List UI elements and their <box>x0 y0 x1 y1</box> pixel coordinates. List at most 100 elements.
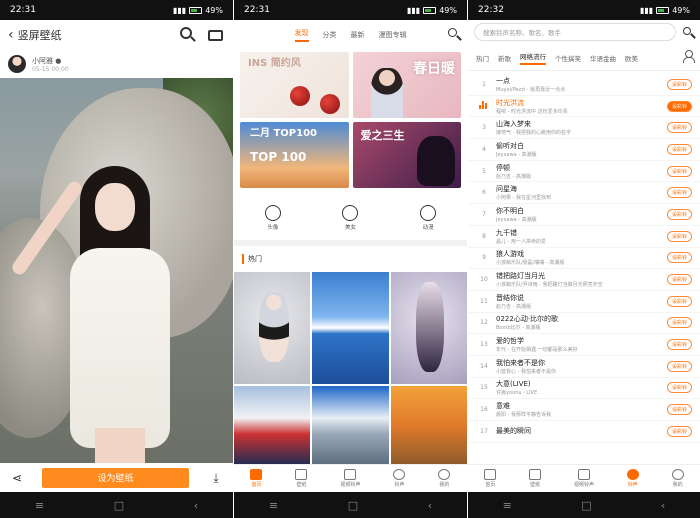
set-ringback-button[interactable]: 设彩铃 <box>666 78 692 90</box>
set-ringback-button[interactable]: 设彩铃 <box>666 382 692 394</box>
set-ringback-button[interactable]: 设彩铃 <box>666 230 692 242</box>
menu-icon[interactable]: ≡ <box>35 499 44 512</box>
set-ringback-button[interactable]: 设彩铃 <box>666 360 692 372</box>
banner-top100[interactable]: 二月 TOP100 TOP 100 <box>240 122 349 188</box>
set-ringback-button[interactable]: 设彩铃 <box>666 252 692 264</box>
song-row[interactable]: 6 问星海 小阿果 - 我在星河里找到 设彩铃 <box>468 182 700 205</box>
back-nav-icon[interactable]: ‹ <box>194 499 198 512</box>
set-ringback-button[interactable]: 设彩铃 <box>666 122 692 134</box>
set-ringback-button[interactable]: 设彩铃 <box>666 317 692 329</box>
back-nav-icon[interactable]: ‹ <box>661 499 665 512</box>
search-button[interactable] <box>447 27 461 41</box>
tab-funny[interactable]: 个性搞笑 <box>555 53 581 63</box>
song-row[interactable]: 13 爱的哲学 年代 - 在开始相遇 一切都是那么美好 设彩铃 <box>468 334 700 356</box>
signal-icon: ▮▮▮ <box>640 5 654 15</box>
tab-popular[interactable]: 网络流行 <box>520 51 546 65</box>
tab-label: 壁纸 <box>296 482 307 488</box>
song-info: 意难 晨阳 - 我那样平静告诉我 <box>492 401 667 418</box>
song-row[interactable]: 10 错把路灯当月光 小孩萌乐队/尹诗雨 - 我把路灯当做月光照亮天空 设彩铃 <box>468 269 700 291</box>
menu-icon[interactable]: ≡ <box>269 499 278 512</box>
bottom-tab-home[interactable]: 首页 <box>250 469 263 488</box>
tab-western[interactable]: 欧美 <box>625 53 638 63</box>
song-row[interactable]: 7 你不明白 Jeyxawa - 高潮版 设彩铃 <box>468 204 700 226</box>
tab-hot[interactable]: 热门 <box>476 53 489 63</box>
set-ringback-button[interactable]: 设彩铃 <box>666 187 692 199</box>
song-row[interactable]: 4 偷听对白 Jeyxawa - 高潮版 设彩铃 <box>468 139 700 161</box>
home-nav-icon[interactable]: □ <box>348 499 358 512</box>
home-nav-icon[interactable]: □ <box>114 499 124 512</box>
banner-love[interactable]: 爱之三生 <box>352 122 461 188</box>
song-row[interactable]: 3 山海入梦来 接地气 - 我把我的心跳用你的名字 设彩铃 <box>468 117 700 140</box>
song-row[interactable]: 14 我怕来者不是你 小蓝背心 - 我怕来者不是你 设彩铃 <box>468 356 700 378</box>
song-row[interactable]: 15 大意(LIVE) 许嵩yoona - LIVE 设彩铃 <box>468 378 700 400</box>
banner-spring[interactable]: 春日暖 <box>352 52 461 118</box>
set-ringback-button[interactable]: 设彩铃 <box>666 425 692 437</box>
banner-ins[interactable]: INS 简约风 <box>240 52 349 118</box>
uploader-row[interactable]: 小阿雅 ● 05-15 00:00 <box>0 50 233 78</box>
tab-label: 视频铃声 <box>573 482 594 488</box>
song-row[interactable]: 12 0222心动·比尔的歌 Bomb比尔 - 高潮版 设彩铃 <box>468 313 700 335</box>
wallpaper-thumb[interactable] <box>234 386 311 466</box>
song-row[interactable]: 5 停顿 赵乃吉 - 高潮版 设彩铃 <box>468 161 700 183</box>
wallpaper-thumb[interactable] <box>390 272 467 384</box>
song-row[interactable]: 时光洪流 程响 - 时光洪流中 这份爱多珍贵 设彩铃 <box>468 96 700 118</box>
song-row[interactable]: 16 意难 晨阳 - 我那样平静告诉我 设彩铃 <box>468 399 700 421</box>
song-row[interactable]: 9 狼人游戏 小孩萌乐队/聂磊/嘴嘴 - 高潮版 设彩铃 <box>468 248 700 270</box>
set-ringback-button[interactable]: 设彩铃 <box>666 208 692 220</box>
back-nav-icon[interactable]: ‹ <box>428 499 432 512</box>
set-ringback-button[interactable]: 设彩铃 <box>666 274 692 286</box>
tab-albums[interactable]: 漫图专辑 <box>379 30 407 40</box>
tab-category[interactable]: 分类 <box>323 30 337 40</box>
tab-new[interactable]: 新歌 <box>498 53 511 63</box>
bottom-tab-mine[interactable]: 我的 <box>438 469 451 488</box>
upload-date: 05-15 00:00 <box>32 65 69 73</box>
song-subtitle: 接地气 - 我把我的心跳用你的名字 <box>496 130 571 137</box>
set-ringback-button[interactable]: 设彩铃 <box>666 100 692 112</box>
bottom-tab-home[interactable]: 首页 <box>484 469 497 488</box>
category-anime[interactable]: 动漫 <box>420 205 437 231</box>
bottom-tab-ringtone[interactable]: 铃声 <box>626 469 639 488</box>
bottom-tab-wallpaper[interactable]: 壁纸 <box>529 469 542 488</box>
wallpaper-thumb[interactable] <box>312 386 389 466</box>
banner-subtitle: TOP 100 <box>250 150 307 164</box>
set-ringback-button[interactable]: 设彩铃 <box>666 404 692 416</box>
set-ringback-button[interactable]: 设彩铃 <box>666 339 692 351</box>
bottom-tab-wallpaper[interactable]: 壁纸 <box>295 469 308 488</box>
set-ringback-button[interactable]: 设彩铃 <box>666 295 692 307</box>
bottom-tab-video[interactable]: 视频铃声 <box>340 469 360 488</box>
bottom-tab-mine[interactable]: 我的 <box>671 469 684 488</box>
tab-discover[interactable]: 发现 <box>294 28 309 42</box>
category-beauty[interactable]: 美女 <box>342 205 359 231</box>
folder-icon <box>208 30 223 41</box>
song-info: 错把路灯当月光 小孩萌乐队/尹诗雨 - 我把路灯当做月光照亮天空 <box>492 271 667 288</box>
song-row[interactable]: 8 九千错 晶儿 - 用一人拼命的爱 设彩铃 <box>468 226 700 248</box>
set-ringback-button[interactable]: 设彩铃 <box>666 143 692 155</box>
song-row[interactable]: 11 晋结你说 赵乃吉 - 高潮版 设彩铃 <box>468 291 700 313</box>
menu-icon[interactable]: ≡ <box>503 499 512 512</box>
wallpaper-thumb[interactable] <box>312 272 389 384</box>
search-button[interactable] <box>179 26 197 44</box>
bottom-tab-ringtone[interactable]: 铃声 <box>393 469 406 488</box>
song-info: 问星海 小阿果 - 我在星河里找到 <box>492 184 667 201</box>
bottom-tab-video[interactable]: 视频铃声 <box>574 469 594 488</box>
song-row[interactable]: 17 最美的瞬间 设彩铃 <box>468 421 700 443</box>
wallpaper-thumb[interactable] <box>390 386 467 466</box>
download-icon[interactable]: ⤓ <box>209 471 223 485</box>
category-avatar[interactable]: 头像 <box>264 205 281 231</box>
tab-chinese[interactable]: 华语金曲 <box>590 53 616 63</box>
song-row[interactable]: 1 一点 Muyoi/Pezzi - 就再靠近一点点 设彩铃 <box>468 74 700 96</box>
set-wallpaper-button[interactable]: 设为壁纸 <box>42 467 189 488</box>
back-icon[interactable]: ‹ <box>8 27 14 43</box>
search-button[interactable] <box>682 26 694 38</box>
wallpaper-thumb[interactable] <box>234 272 311 384</box>
set-ringback-button[interactable]: 设彩铃 <box>666 165 692 177</box>
folder-button[interactable] <box>207 26 225 44</box>
avatar[interactable] <box>8 55 26 73</box>
tab-latest[interactable]: 最新 <box>351 30 365 40</box>
home-nav-icon[interactable]: □ <box>581 499 591 512</box>
share-icon[interactable]: ⋖ <box>10 471 24 485</box>
user-icon[interactable] <box>682 50 695 63</box>
search-input[interactable]: 搜索铃声名称、歌名、歌手 <box>474 23 676 41</box>
song-title: 0222心动·比尔的歌 <box>496 315 559 324</box>
wallpaper-image[interactable] <box>0 78 233 463</box>
